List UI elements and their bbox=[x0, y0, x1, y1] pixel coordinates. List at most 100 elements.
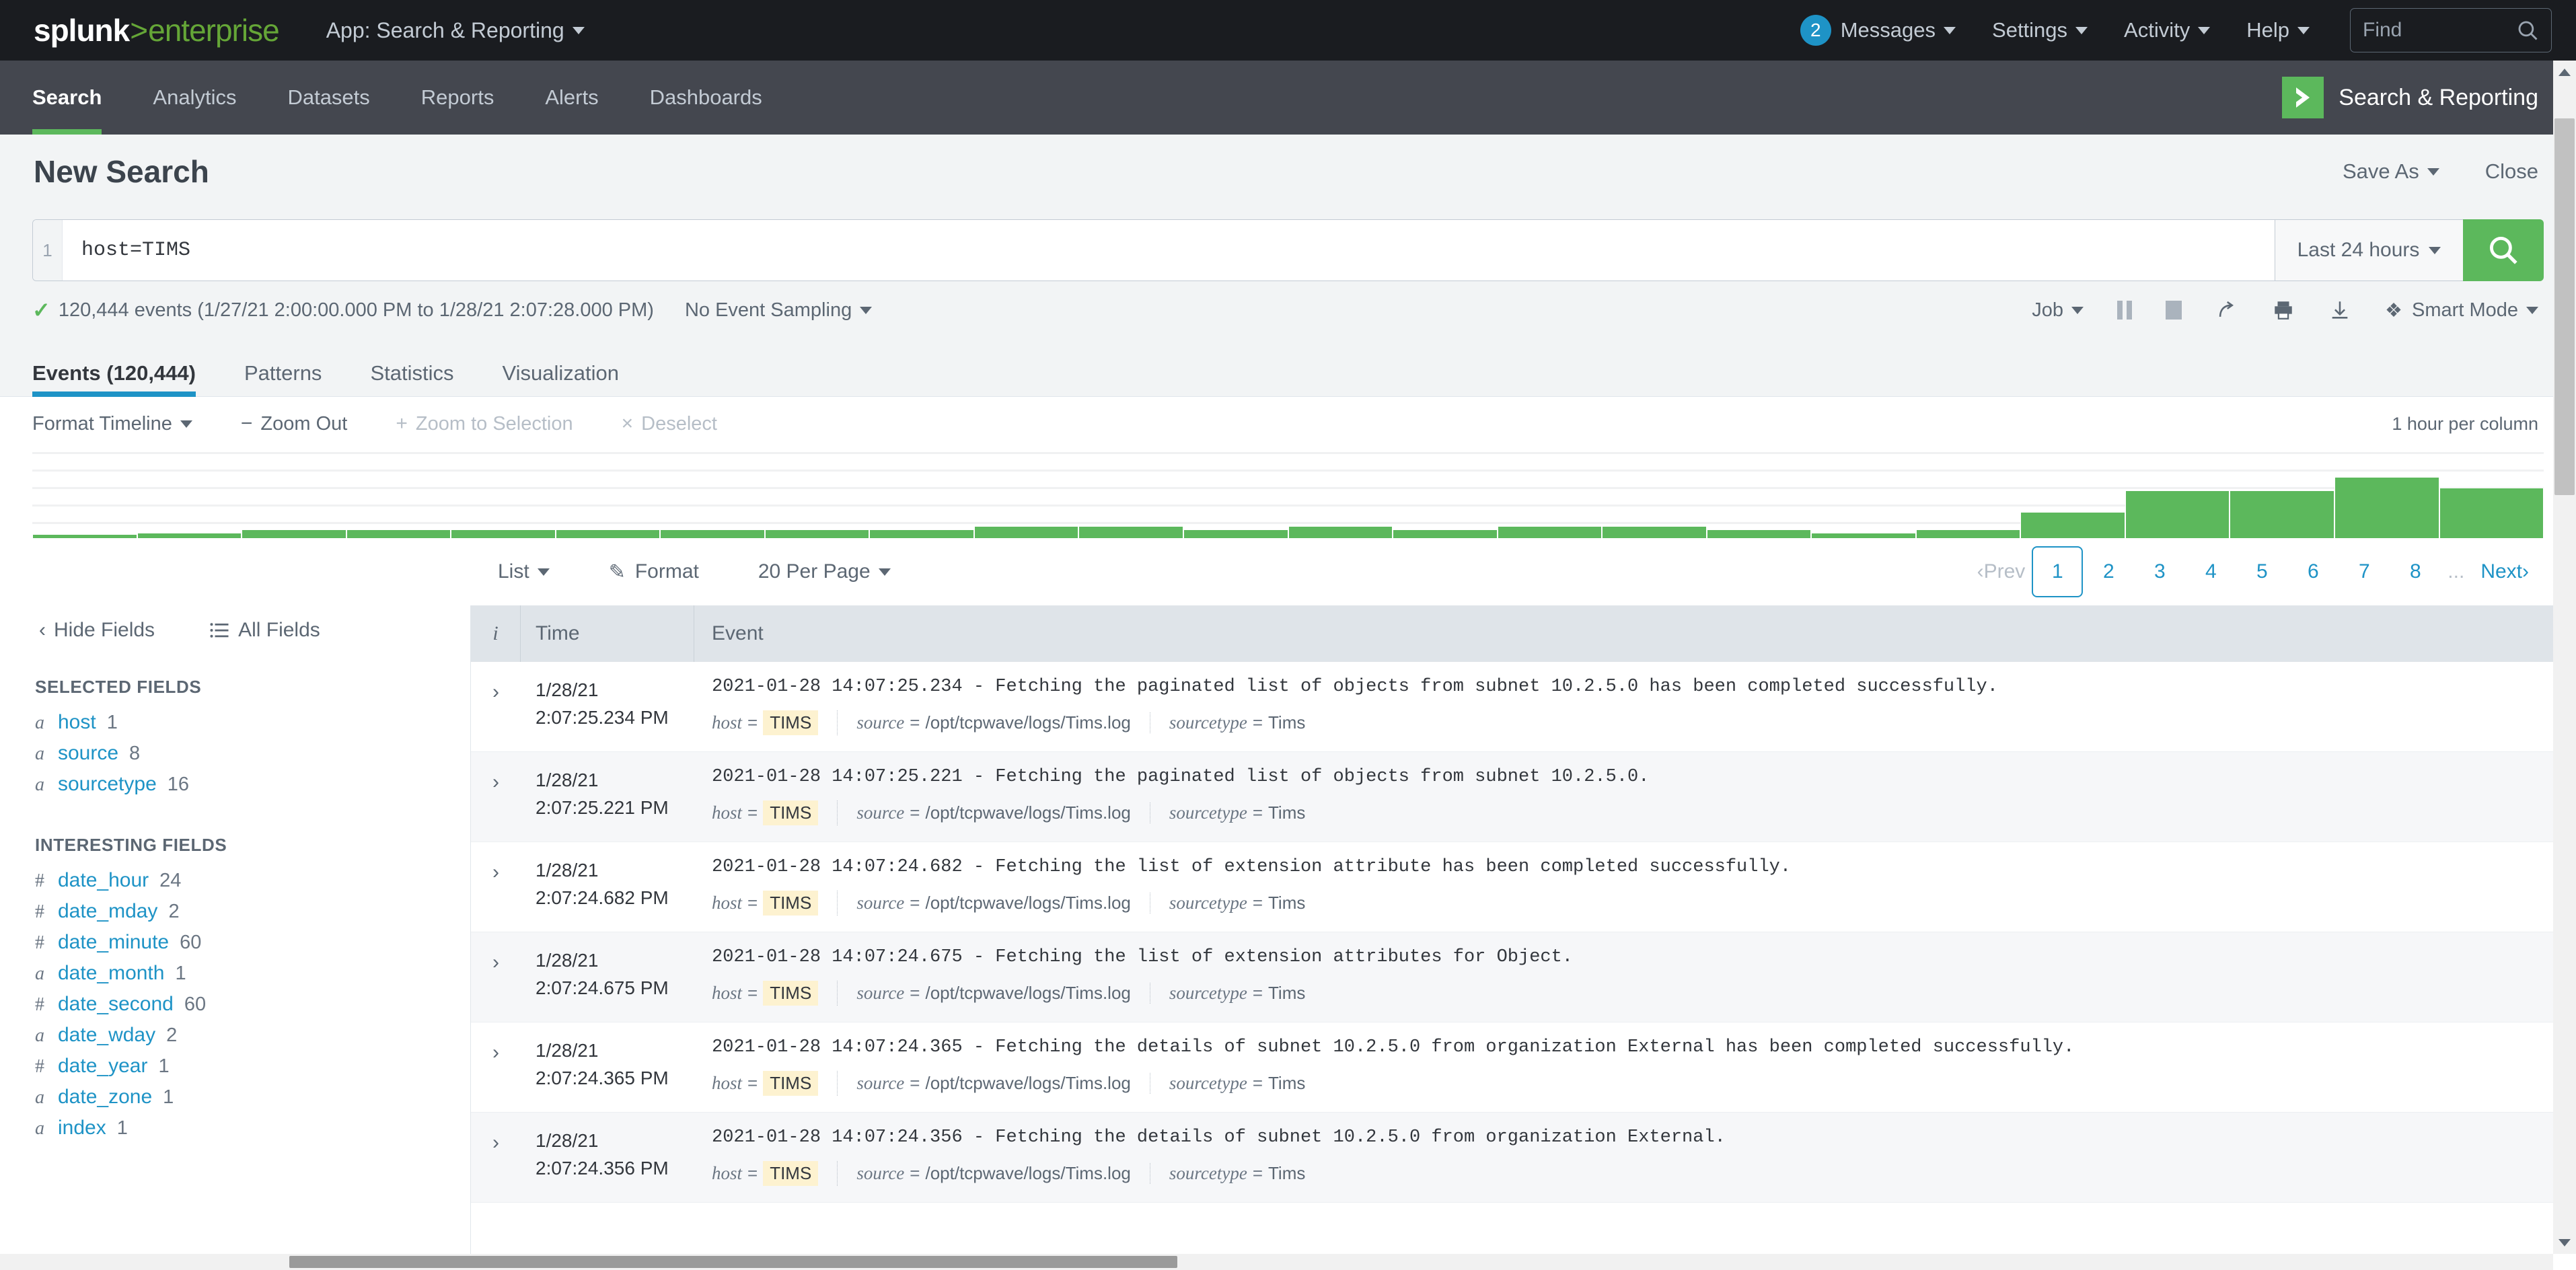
chart-bar[interactable] bbox=[1811, 533, 1916, 538]
interesting-field-date_month[interactable]: a date_month 1 bbox=[35, 958, 470, 989]
per-page-selector[interactable]: 20 Per Page bbox=[758, 560, 891, 583]
pagination-page-2[interactable]: 2 bbox=[2083, 546, 2134, 597]
table-row[interactable]: › 1/28/21 2:07:24.356 PM 2021-01-28 14:07:2… bbox=[471, 1113, 2576, 1203]
pagination-page-7[interactable]: 7 bbox=[2339, 546, 2390, 597]
event-field-source[interactable]: source =/opt/tcpwave/logs/Tims.log bbox=[856, 712, 1150, 733]
nav-tab-analytics[interactable]: Analytics bbox=[153, 61, 236, 135]
event-field-source[interactable]: source =/opt/tcpwave/logs/Tims.log bbox=[856, 983, 1150, 1004]
event-field-source[interactable]: source =/opt/tcpwave/logs/Tims.log bbox=[856, 802, 1150, 823]
vertical-scroll-thumb[interactable] bbox=[2554, 118, 2575, 495]
job-menu-button[interactable]: Job bbox=[2032, 299, 2084, 322]
selected-field-sourcetype[interactable]: a sourcetype 16 bbox=[35, 769, 470, 800]
event-field-host[interactable]: host = TIMS bbox=[712, 891, 838, 916]
chart-bar[interactable] bbox=[1602, 525, 1707, 538]
table-row[interactable]: › 1/28/21 2:07:24.675 PM 2021-01-28 14:07:2… bbox=[471, 932, 2576, 1022]
event-field-sourcetype[interactable]: sourcetype = Tims bbox=[1169, 1163, 1325, 1184]
share-button[interactable] bbox=[2215, 299, 2238, 322]
stop-button[interactable] bbox=[2166, 301, 2182, 320]
event-sampling-dropdown[interactable]: No Event Sampling bbox=[685, 299, 873, 322]
chart-bar[interactable] bbox=[1497, 525, 1603, 538]
chart-bar[interactable] bbox=[764, 529, 870, 538]
pagination-page-5[interactable]: 5 bbox=[2236, 546, 2287, 597]
find-input[interactable] bbox=[2363, 19, 2497, 42]
chart-bar[interactable] bbox=[555, 529, 661, 538]
timeline-chart[interactable] bbox=[32, 451, 2544, 538]
event-field-sourcetype[interactable]: sourcetype = Tims bbox=[1169, 712, 1325, 733]
nav-tab-alerts[interactable]: Alerts bbox=[545, 61, 598, 135]
chart-bar[interactable] bbox=[2125, 490, 2230, 538]
event-field-host[interactable]: host = TIMS bbox=[712, 710, 838, 735]
table-row[interactable]: › 1/28/21 2:07:24.365 PM 2021-01-28 14:07:2… bbox=[471, 1022, 2576, 1113]
nav-tab-datasets[interactable]: Datasets bbox=[287, 61, 369, 135]
horizontal-scrollbar[interactable] bbox=[0, 1254, 2553, 1270]
event-field-sourcetype[interactable]: sourcetype = Tims bbox=[1169, 802, 1325, 823]
chart-bar[interactable] bbox=[451, 529, 556, 538]
interesting-field-date_second[interactable]: # date_second 60 bbox=[35, 989, 470, 1020]
pagination-page-1[interactable]: 1 bbox=[2032, 546, 2084, 597]
selected-field-host[interactable]: a host 1 bbox=[35, 707, 470, 738]
settings-menu[interactable]: Settings bbox=[1992, 18, 2088, 42]
chart-bar[interactable] bbox=[1288, 525, 1393, 538]
time-range-picker[interactable]: Last 24 hours bbox=[2275, 219, 2463, 281]
event-field-host[interactable]: host = TIMS bbox=[712, 1161, 838, 1186]
close-button[interactable]: Close bbox=[2485, 159, 2538, 184]
tab-events[interactable]: Events (120,444) bbox=[32, 361, 196, 397]
event-field-source[interactable]: source =/opt/tcpwave/logs/Tims.log bbox=[856, 1073, 1150, 1094]
chart-bar[interactable] bbox=[1078, 525, 1184, 538]
list-view-selector[interactable]: List bbox=[498, 560, 550, 583]
save-as-button[interactable]: Save As bbox=[2343, 159, 2439, 184]
current-app-indicator[interactable]: Search & Reporting bbox=[2282, 77, 2538, 118]
table-row[interactable]: › 1/28/21 2:07:24.682 PM 2021-01-28 14:07:2… bbox=[471, 842, 2576, 932]
event-field-sourcetype[interactable]: sourcetype = Tims bbox=[1169, 983, 1325, 1004]
expand-row-chevron-icon[interactable]: › bbox=[471, 1127, 521, 1186]
nav-tab-search[interactable]: Search bbox=[32, 61, 102, 135]
vertical-scrollbar[interactable] bbox=[2553, 61, 2576, 1254]
format-button[interactable]: ✎ Format bbox=[609, 560, 699, 584]
selected-field-source[interactable]: a source 8 bbox=[35, 738, 470, 769]
expand-row-chevron-icon[interactable]: › bbox=[471, 857, 521, 916]
interesting-field-date_minute[interactable]: # date_minute 60 bbox=[35, 927, 470, 958]
chart-bar[interactable] bbox=[1183, 529, 1288, 538]
event-field-sourcetype[interactable]: sourcetype = Tims bbox=[1169, 1073, 1325, 1094]
find-search-box[interactable] bbox=[2350, 8, 2552, 52]
scroll-up-arrow-icon[interactable] bbox=[2553, 61, 2576, 83]
nav-tab-reports[interactable]: Reports bbox=[421, 61, 494, 135]
table-row[interactable]: › 1/28/21 2:07:25.234 PM 2021-01-28 14:07:2… bbox=[471, 662, 2576, 752]
chart-bar[interactable] bbox=[1915, 529, 2021, 538]
hide-fields-button[interactable]: ‹ Hide Fields bbox=[39, 619, 155, 642]
app-selector-dropdown[interactable]: App: Search & Reporting bbox=[326, 18, 585, 43]
expand-row-chevron-icon[interactable]: › bbox=[471, 677, 521, 735]
interesting-field-date_mday[interactable]: # date_mday 2 bbox=[35, 896, 470, 927]
pagination-page-8[interactable]: 8 bbox=[2390, 546, 2441, 597]
search-query-box[interactable]: 1 host=TIMS bbox=[32, 219, 2275, 281]
tab-patterns[interactable]: Patterns bbox=[244, 361, 322, 396]
expand-row-chevron-icon[interactable]: › bbox=[471, 947, 521, 1006]
interesting-field-date_year[interactable]: # date_year 1 bbox=[35, 1051, 470, 1082]
horizontal-scroll-thumb[interactable] bbox=[289, 1256, 1177, 1268]
nav-tab-dashboards[interactable]: Dashboards bbox=[650, 61, 762, 135]
table-row[interactable]: › 1/28/21 2:07:25.221 PM 2021-01-28 14:07:2… bbox=[471, 752, 2576, 842]
event-field-host[interactable]: host = TIMS bbox=[712, 981, 838, 1006]
interesting-field-date_hour[interactable]: # date_hour 24 bbox=[35, 865, 470, 896]
event-field-sourcetype[interactable]: sourcetype = Tims bbox=[1169, 893, 1325, 913]
search-mode-selector[interactable]: ❖ Smart Mode bbox=[2385, 299, 2538, 322]
pagination-page-4[interactable]: 4 bbox=[2185, 546, 2236, 597]
export-button[interactable] bbox=[2328, 299, 2351, 322]
column-header-time[interactable]: Time bbox=[521, 605, 694, 662]
expand-row-chevron-icon[interactable]: › bbox=[471, 1037, 521, 1096]
event-field-source[interactable]: source =/opt/tcpwave/logs/Tims.log bbox=[856, 893, 1150, 913]
help-menu[interactable]: Help bbox=[2246, 18, 2310, 42]
splunk-logo[interactable]: splunk > enterprise bbox=[34, 12, 280, 48]
tab-visualization[interactable]: Visualization bbox=[502, 361, 618, 396]
event-field-host[interactable]: host = TIMS bbox=[712, 1071, 838, 1096]
run-search-button[interactable] bbox=[2463, 219, 2544, 281]
chart-bar[interactable] bbox=[2230, 490, 2335, 538]
pagination-next[interactable]: Next › bbox=[2471, 546, 2538, 597]
interesting-field-date_zone[interactable]: a date_zone 1 bbox=[35, 1082, 470, 1113]
search-input[interactable]: host=TIMS bbox=[63, 239, 2275, 262]
activity-menu[interactable]: Activity bbox=[2124, 18, 2211, 42]
format-timeline-button[interactable]: Format Timeline bbox=[32, 413, 192, 435]
pagination-page-3[interactable]: 3 bbox=[2134, 546, 2185, 597]
expand-row-chevron-icon[interactable]: › bbox=[471, 767, 521, 825]
messages-menu[interactable]: 2 Messages bbox=[1800, 15, 1956, 46]
